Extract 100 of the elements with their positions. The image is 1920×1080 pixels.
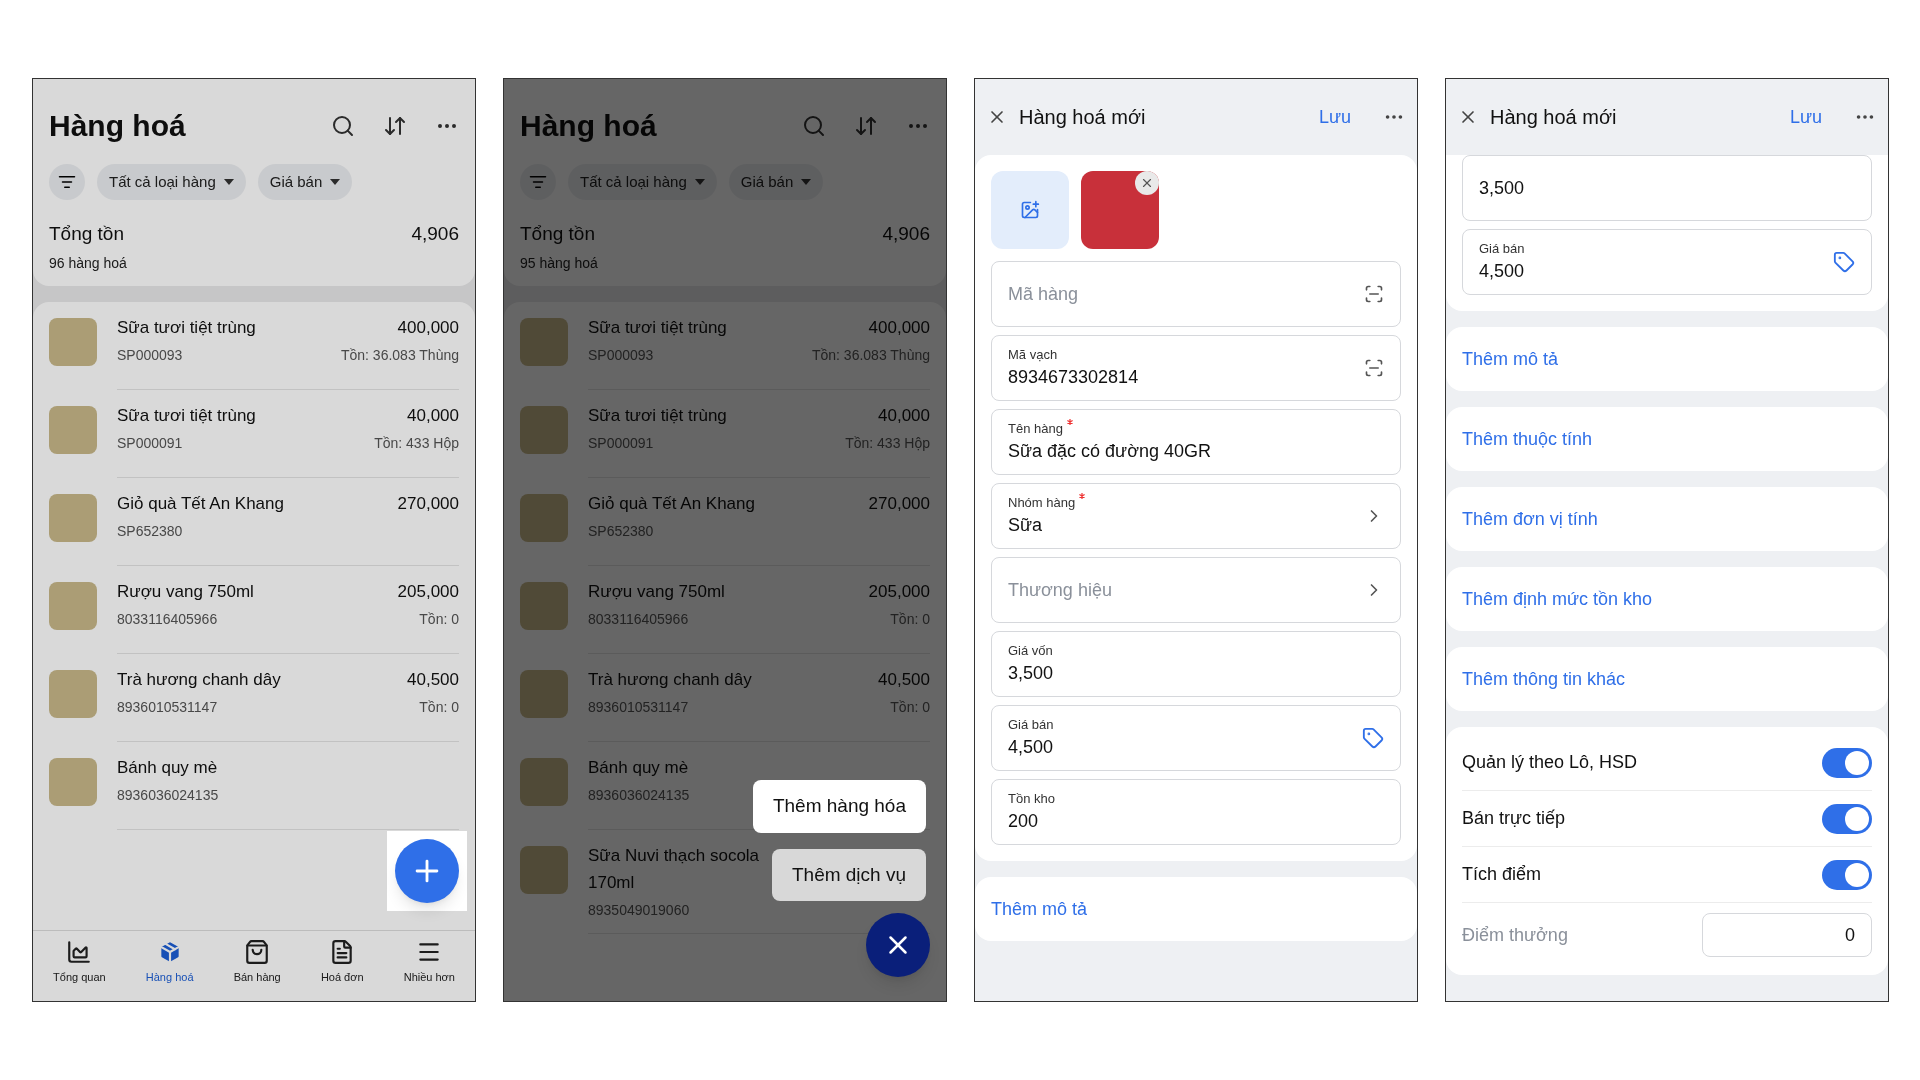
screen-title: Hàng hoá mới <box>1019 105 1147 130</box>
field-label: Tồn kho <box>1008 789 1055 808</box>
save-button[interactable]: Lưu <box>1789 103 1822 131</box>
stock-text: Tồn: 0 <box>419 697 459 717</box>
product-name: Sữa tươi tiệt trùng <box>588 404 727 427</box>
product-code: SP000093 <box>117 345 184 365</box>
nav-tab[interactable]: Hàng hoá <box>145 938 194 985</box>
product-name: Sữa Nuvi thạch socola 170ml <box>588 844 761 894</box>
points-field[interactable]: 0 <box>1702 913 1872 957</box>
add-link[interactable]: Thêm mô tả <box>991 895 1088 923</box>
filter-dropdown[interactable]: Giá bán <box>257 164 353 200</box>
product-code: 8935049019060 <box>588 900 691 920</box>
field-label: Giá bán <box>1479 239 1525 258</box>
product-photo <box>49 757 97 806</box>
input-field[interactable]: 3,500 <box>1462 155 1872 221</box>
field-label: Giá vốn <box>1008 641 1053 660</box>
product-price: 270,000 <box>868 492 930 515</box>
product-name: Bánh quy mè <box>117 756 219 779</box>
filter-icon <box>58 173 76 191</box>
product-price: 400,000 <box>868 316 930 339</box>
product-photo <box>520 405 568 454</box>
close-icon <box>1140 176 1154 190</box>
product-name: Giỏ quà Tết An Khang <box>117 492 284 515</box>
product-photo <box>49 405 97 454</box>
product-photo <box>49 493 97 542</box>
field-value: 200 <box>1008 810 1040 834</box>
field-label: Nhóm hàng <box>1008 493 1076 512</box>
field-value: Sữa đặc có đường 40GR <box>1008 440 1212 464</box>
product-price: 400,000 <box>397 316 459 339</box>
product-name: Sữa tươi tiệt trùng <box>117 316 256 339</box>
input-field[interactable]: Mã vạch 8934673302814 <box>991 335 1401 401</box>
tag-icon[interactable] <box>1362 727 1384 749</box>
input-field[interactable]: Tên hàng Sữa đặc có đường 40GR <box>991 409 1401 475</box>
product-price: 270,000 <box>397 492 459 515</box>
product-photo <box>520 845 568 894</box>
toggle-switch[interactable] <box>1822 859 1872 890</box>
field-value: 3,500 <box>1008 662 1055 686</box>
item-count: 96 hàng hoá <box>49 253 128 273</box>
product-name: Sữa tươi tiệt trùng <box>588 316 727 339</box>
nav-tab[interactable]: Hoá đơn <box>320 938 364 985</box>
product-photo <box>520 669 568 718</box>
input-field[interactable]: Giá bán 4,500 <box>991 705 1401 771</box>
product-code: 8033116405966 <box>117 609 219 629</box>
product-price: 40,500 <box>407 668 459 691</box>
save-button[interactable]: Lưu <box>1318 103 1351 131</box>
product-name: Sữa tươi tiệt trùng <box>117 404 256 427</box>
input-field[interactable]: Giá bán 4,500 <box>1462 229 1872 295</box>
input-field[interactable]: Giá vốn 3,500 <box>991 631 1401 697</box>
remove-photo-button[interactable] <box>1135 171 1159 195</box>
caret-icon <box>694 179 705 185</box>
field-value: 3,500 <box>1479 176 1526 200</box>
input-field[interactable]: Nhóm hàng Sữa <box>991 483 1401 549</box>
product-price: 205,000 <box>397 580 459 603</box>
product-photo <box>520 493 568 542</box>
product-code: SP000093 <box>588 345 655 365</box>
stock-text: Tồn: 0 <box>419 609 459 629</box>
toggle-switch[interactable] <box>1822 803 1872 834</box>
field-label: Tên hàng <box>1008 419 1063 438</box>
total-label: Tổng tồn <box>520 222 595 246</box>
input-field[interactable]: Tồn kho 200 <box>991 779 1401 845</box>
scan-icon[interactable] <box>1364 284 1384 304</box>
add-link[interactable]: Thêm định mức tồn kho <box>1462 585 1653 613</box>
field-value: 4,500 <box>1479 260 1526 284</box>
product-photo <box>49 317 97 366</box>
nav-tab[interactable]: Tổng quan <box>53 938 106 985</box>
toggle-label: Quản lý theo Lô, HSD <box>1462 751 1638 774</box>
stock-text: Tồn: 433 Hộp <box>374 433 459 453</box>
product-name: Trà hương chanh dây <box>588 668 752 691</box>
field-label: Giá bán <box>1008 715 1054 734</box>
stock-text: Tồn: 433 Hộp <box>845 433 930 453</box>
nav-tab[interactable]: Nhiều hơn <box>403 938 455 985</box>
add-link[interactable]: Thêm thuộc tính <box>1462 425 1593 453</box>
total-value: 4,906 <box>882 222 930 246</box>
menu-item[interactable]: Thêm hàng hóa <box>752 780 926 833</box>
toggle-switch[interactable] <box>1822 747 1872 778</box>
stock-text: Tồn: 36.083 Thùng <box>340 345 459 365</box>
add-link[interactable]: Thêm thông tin khác <box>1462 665 1626 693</box>
product-photo <box>49 581 97 630</box>
product-name: Trà hương chanh dây <box>117 668 281 691</box>
search-icon[interactable] <box>331 113 355 138</box>
field-label: Mã vạch <box>1008 345 1058 364</box>
stock-text: Tồn: 36.083 Thùng <box>811 345 930 365</box>
product-photo <box>49 669 97 718</box>
add-link[interactable]: Thêm mô tả <box>1462 345 1559 373</box>
filter-button[interactable] <box>49 164 85 200</box>
product-price: 40,000 <box>878 404 930 427</box>
nav-tab[interactable]: Bán hàng <box>233 938 281 985</box>
toggle-label: Bán trực tiếp <box>1462 807 1566 830</box>
menu-item[interactable]: Thêm dịch vụ <box>771 848 926 901</box>
product-name: Bánh quy mè <box>588 756 690 779</box>
field-placeholder: Thương hiệu <box>1008 578 1113 602</box>
filter-dropdown[interactable]: Tất cả loại hàng <box>97 164 246 200</box>
add-link[interactable]: Thêm đơn vị tính <box>1462 505 1598 533</box>
field-placeholder: Mã hàng <box>1008 282 1080 306</box>
product-photo <box>520 757 568 806</box>
field-label: Điểm thưởng <box>1462 923 1568 947</box>
scan-icon[interactable] <box>1364 358 1384 378</box>
product-photo <box>520 581 568 630</box>
bag-icon <box>244 938 271 965</box>
tag-icon[interactable] <box>1833 251 1855 273</box>
